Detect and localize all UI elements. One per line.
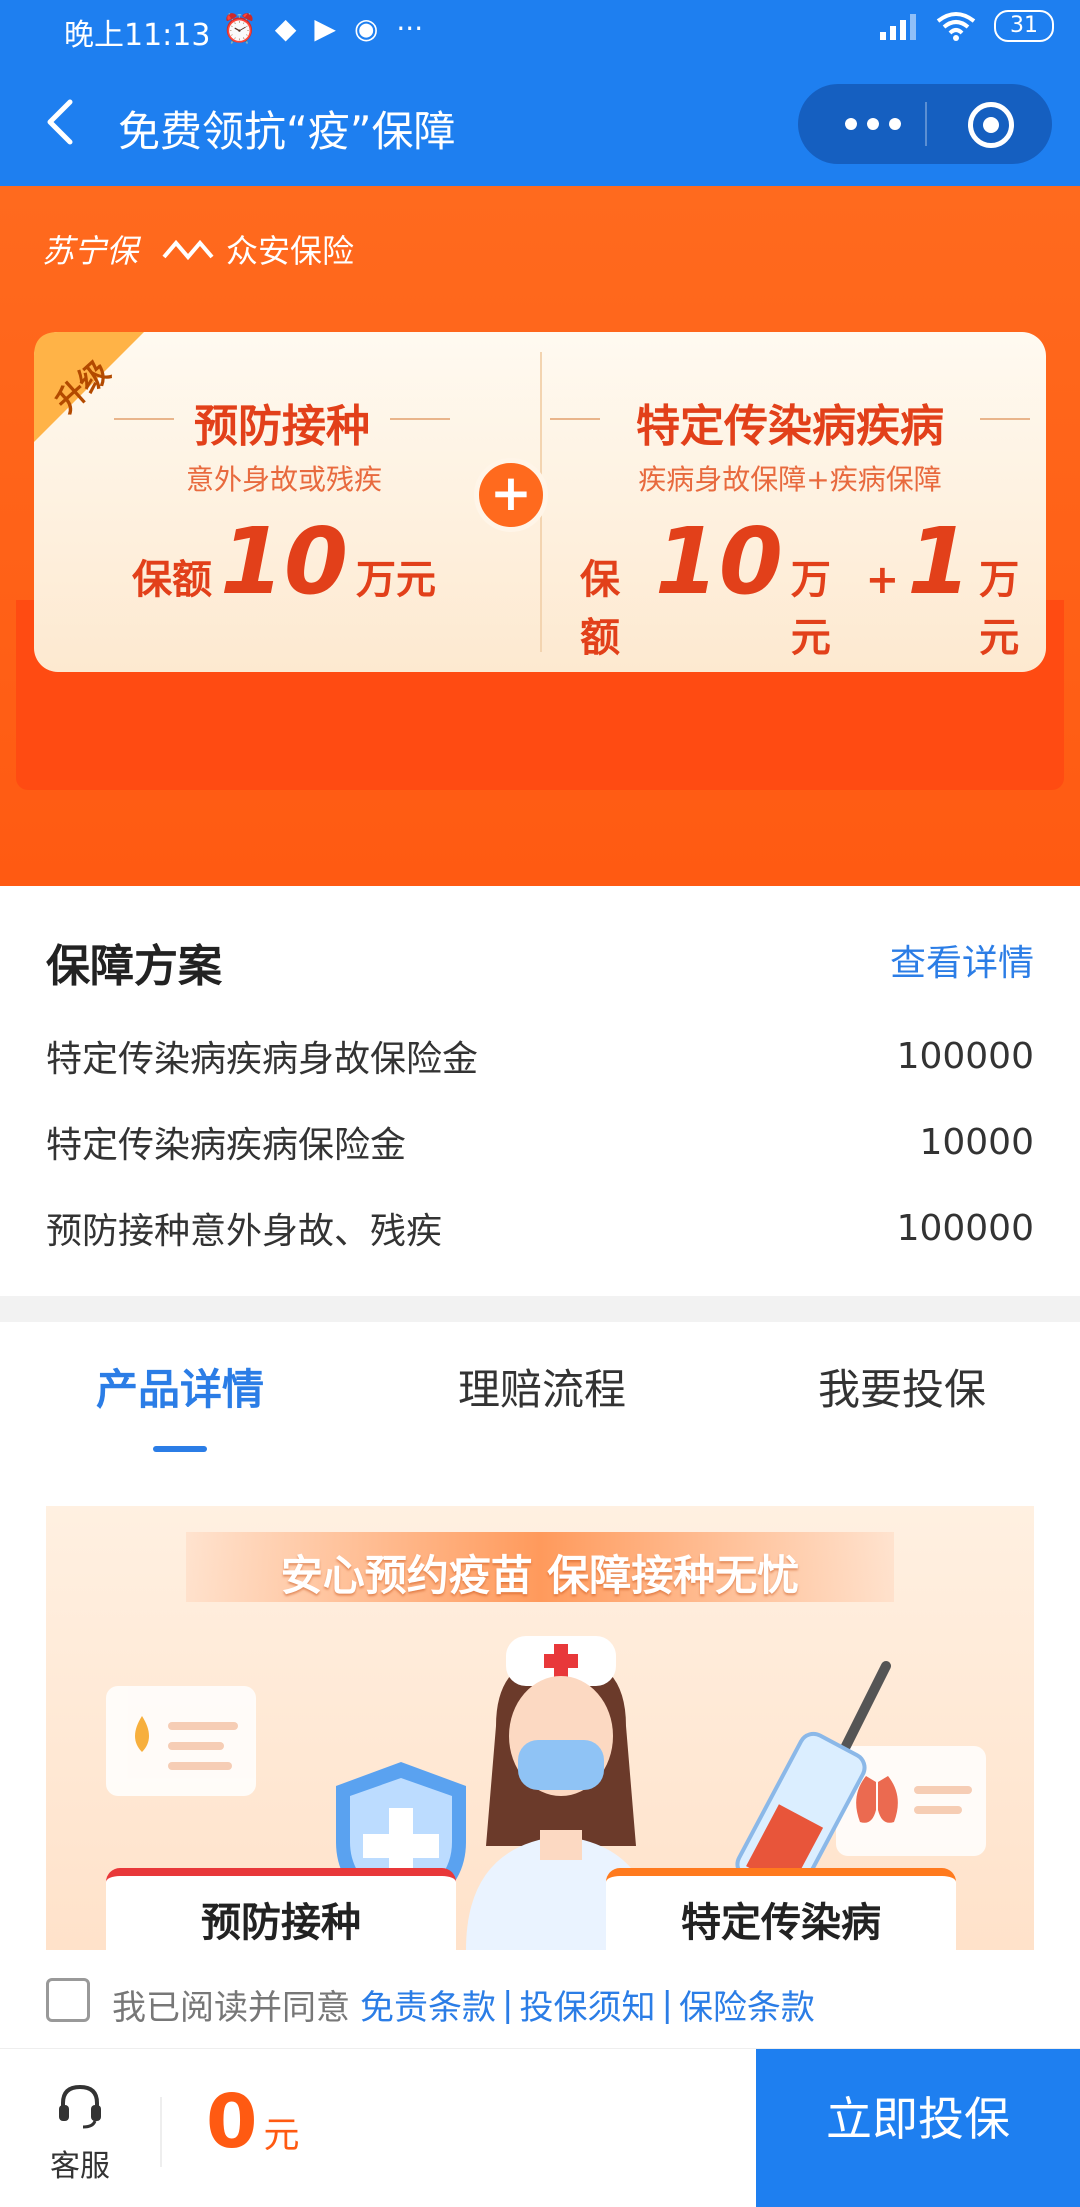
right-coverage-title: 特定传染病疾病: [636, 401, 944, 452]
promo-title: 安心预约疫苗 保障接种无忧: [280, 1551, 800, 1600]
title-deco-line: [550, 418, 600, 420]
customer-service-label: 客服: [50, 2149, 110, 2184]
assistant-icon: ◉: [353, 12, 379, 45]
status-time: 晚上11:13: [64, 18, 211, 53]
back-arrow-icon[interactable]: [36, 92, 84, 152]
zhongan-mark-icon: [162, 239, 214, 261]
app-icon: ◆: [274, 12, 297, 45]
promo-banner[interactable]: 苏宁保 众安保险 升级 预防接种 意外身故或残疾 保额 10 万元 特定传染病疾…: [0, 186, 1080, 886]
play-store-icon: ▶: [314, 12, 336, 45]
alarm-icon: ⏰: [222, 12, 257, 45]
plan-title: 保障方案: [46, 941, 222, 992]
plan-row-label: 预防接种意外身故、残疾: [46, 1211, 443, 1252]
price-unit: 元: [263, 2115, 300, 2156]
title-deco-line: [114, 418, 174, 420]
detail-content: 产品详情 理赔流程 我要投保 安心预约疫苗 保障接种无忧 预防接种 特定传染病: [0, 1322, 1080, 1952]
plus-icon: +: [474, 458, 548, 532]
promo-card-infectious-disease: 特定传染病: [606, 1868, 956, 1950]
top-bar: 晚上11:13 ⏰ ◆ ▶ ◉ ··· 31 免费领抗“疫”保障: [0, 0, 1080, 186]
tab-claim-process[interactable]: 理赔流程: [458, 1356, 626, 1417]
plan-row: 特定传染病疾病保险金 10000: [46, 1112, 1034, 1172]
capsule-divider: [925, 102, 927, 146]
status-notification-icons: ⏰ ◆ ▶ ◉ ···: [222, 12, 423, 45]
insurance-notice-link[interactable]: 投保须知: [519, 1980, 655, 2029]
agree-checkbox[interactable]: [46, 1978, 90, 2022]
close-miniapp-icon[interactable]: [968, 102, 1014, 148]
more-notifications-icon: ···: [396, 12, 424, 45]
status-bar: 晚上11:13 ⏰ ◆ ▶ ◉ ··· 31: [0, 0, 1080, 60]
link-separator: |: [661, 1984, 673, 2025]
left-coverage-title: 预防接种: [194, 401, 370, 452]
plan-row: 预防接种意外身故、残疾 100000: [46, 1198, 1034, 1258]
agreement-text: 我已阅读并同意 免责条款 | 投保须知 | 保险条款: [112, 1980, 815, 2029]
plan-row-value: 10000: [919, 1121, 1034, 1163]
brand-logos: 苏宁保 众安保险: [42, 226, 354, 272]
signal-icon: [880, 14, 916, 40]
link-separator: |: [502, 1984, 514, 2025]
policy-terms-link[interactable]: 保险条款: [679, 1980, 815, 2029]
upgrade-badge: 升级: [34, 332, 144, 442]
left-coverage-amount: 保额 10 万元: [132, 508, 437, 615]
price-display: 0 元: [206, 2079, 300, 2165]
promo-card-vaccination: 预防接种: [106, 1868, 456, 1950]
agreement-row: 我已阅读并同意 免责条款 | 投保须知 | 保险条款: [0, 1952, 1080, 2048]
active-tab-indicator: [153, 1446, 207, 1452]
wifi-icon: [936, 12, 976, 41]
title-deco-line: [390, 418, 450, 420]
view-details-link[interactable]: 查看详情: [890, 934, 1034, 986]
tab-apply[interactable]: 我要投保: [818, 1356, 986, 1417]
title-deco-line: [980, 418, 1030, 420]
battery-indicator: 31: [994, 10, 1054, 42]
bottom-action-bar: 客服 0 元 立即投保: [0, 2048, 1080, 2207]
page-title: 免费领抗“疫”保障: [118, 107, 456, 156]
plan-row-value: 100000: [896, 1207, 1034, 1249]
headset-icon: [59, 2084, 101, 2129]
tab-bar: 产品详情 理赔流程 我要投保: [0, 1322, 1080, 1452]
plan-row-label: 特定传染病疾病保险金: [46, 1125, 407, 1166]
tab-product-details[interactable]: 产品详情: [96, 1356, 264, 1417]
left-coverage-subtitle: 意外身故或残疾: [185, 463, 382, 496]
apply-now-button[interactable]: 立即投保: [756, 2049, 1080, 2207]
zhongan-logo: 众安保险: [162, 226, 354, 272]
disclaimer-link[interactable]: 免责条款: [360, 1980, 496, 2029]
customer-service-button[interactable]: 客服: [40, 2079, 120, 2185]
bottom-divider: [160, 2097, 162, 2167]
agreement-prefix: 我已阅读并同意: [112, 1988, 350, 2028]
plan-row-value: 100000: [896, 1035, 1034, 1077]
right-coverage-amount: 保额 10 万元 + 1 万元: [580, 508, 1020, 661]
right-coverage-subtitle: 疾病身故保障+疾病保障: [638, 463, 942, 496]
plan-row: 特定传染病疾病身故保险金 100000: [46, 1026, 1034, 1086]
status-system-icons: 31: [878, 10, 1054, 42]
plan-row-label: 特定传染病疾病身故保险金: [46, 1039, 479, 1080]
price-value: 0: [206, 2079, 258, 2165]
suning-logo: 苏宁保: [42, 232, 139, 270]
promo-illustration: 安心预约疫苗 保障接种无忧 预防接种 特定传染病: [46, 1506, 1034, 1950]
coverage-plan-section: 保障方案 查看详情 特定传染病疾病身故保险金 100000 特定传染病疾病保险金…: [0, 886, 1080, 1296]
miniapp-capsule: [798, 84, 1052, 164]
more-menu-icon[interactable]: [828, 84, 918, 164]
drop-card-icon: [106, 1686, 256, 1796]
